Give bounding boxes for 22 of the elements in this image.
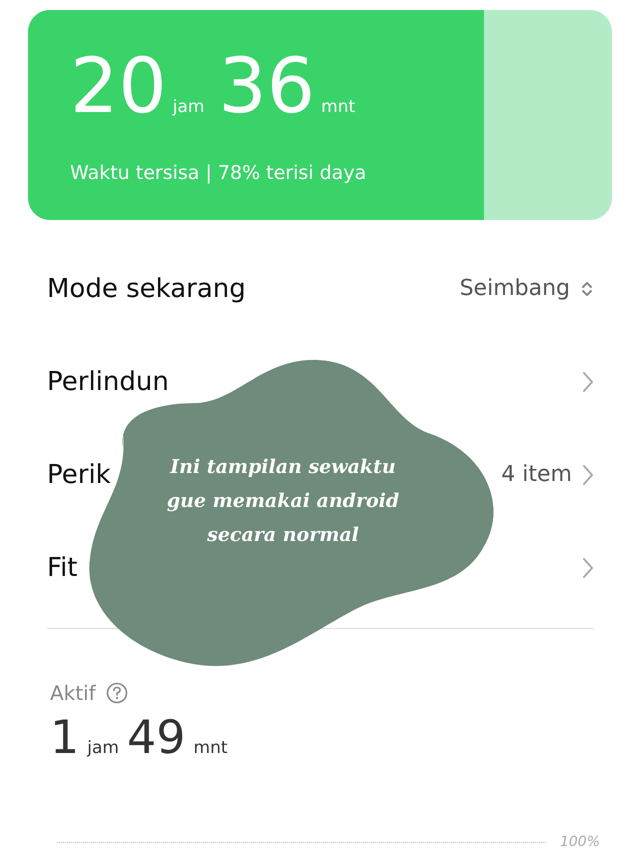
- chevron-right-icon: [582, 556, 594, 578]
- minutes-value: 36: [218, 48, 316, 124]
- overlay-caption: Ini tampilan sewaktu gue memakai android secara normal: [166, 455, 400, 548]
- active-label: Aktif: [50, 681, 96, 705]
- active-minutes-unit: mnt: [194, 738, 228, 758]
- help-icon[interactable]: [106, 682, 128, 704]
- hours-unit: jam: [172, 97, 204, 117]
- active-hours: 1: [50, 713, 80, 762]
- row-value: Seimbang: [460, 276, 570, 301]
- gridline-label: 100%: [560, 834, 600, 850]
- minutes-unit: mnt: [321, 97, 356, 117]
- hours-value: 20: [70, 48, 167, 124]
- row-label: Perik: [47, 460, 111, 490]
- row-value: 4 item: [501, 462, 572, 487]
- chevron-right-icon: [582, 370, 594, 392]
- active-minutes: 49: [126, 713, 186, 762]
- row-label: Fit: [47, 552, 78, 582]
- row-label: Perlindun: [47, 366, 169, 396]
- battery-caption: Waktu tersisa | 78% terisi daya: [70, 162, 368, 184]
- chevron-right-icon: [582, 464, 594, 486]
- active-hours-unit: jam: [87, 738, 119, 758]
- row-label: Mode sekarang: [47, 274, 246, 304]
